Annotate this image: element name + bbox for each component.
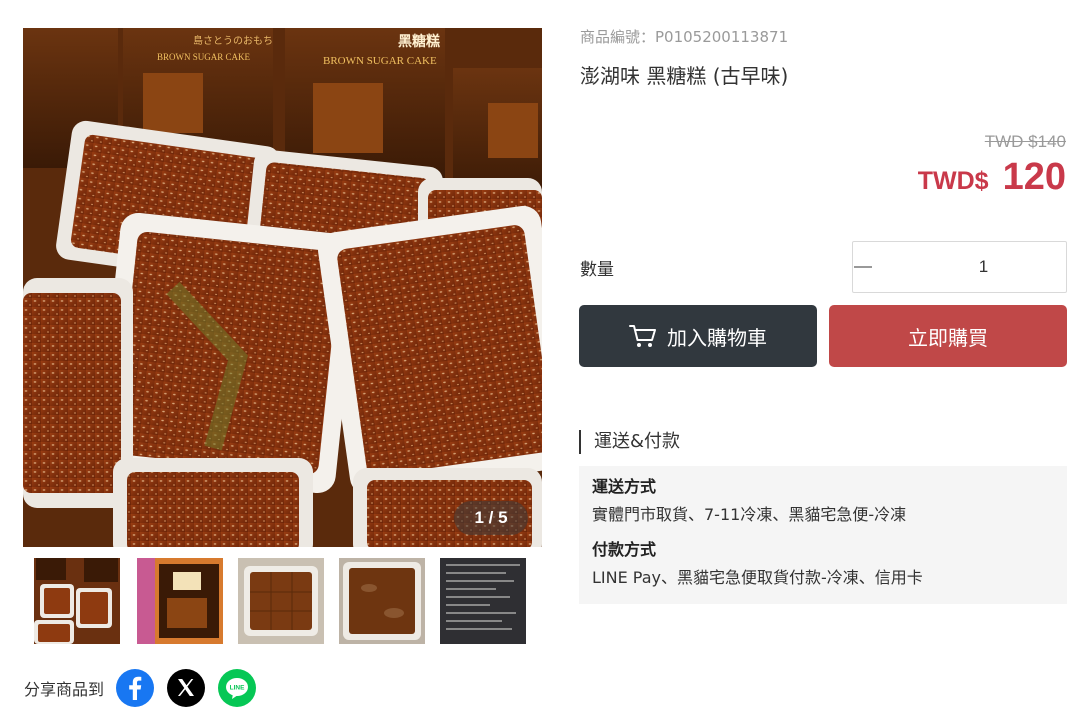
price-amount: 120	[1002, 156, 1066, 198]
share-bar: 分享商品到 LINE	[24, 669, 269, 707]
product-main-image[interactable]: 島さとうのおもち 黑糖糕 BROWN SUGAR CAKE BROWN SUGA…	[23, 28, 542, 547]
cake-trays-thumbnail	[34, 558, 120, 644]
thumbnail-2[interactable]	[137, 558, 223, 644]
share-line-button[interactable]: LINE	[218, 669, 257, 707]
line-icon-text: LINE	[230, 685, 245, 692]
box-label-en-2: BROWN SUGAR CAKE	[323, 55, 437, 67]
brown-sugar-cake-photo: 島さとうのおもち 黑糖糕 BROWN SUGAR CAKE BROWN SUGA…	[23, 28, 542, 547]
thumbnail-4[interactable]	[339, 558, 425, 644]
quantity-decrease-button[interactable]	[853, 242, 873, 292]
share-facebook-button[interactable]	[116, 669, 155, 707]
nutrition-label-thumbnail	[440, 558, 526, 644]
cake-tray-closeup-thumbnail	[238, 558, 324, 644]
price-currency: TWD$	[917, 167, 989, 195]
cart-icon	[629, 325, 656, 347]
buy-now-button[interactable]: 立即購買	[829, 305, 1067, 367]
quantity-stepper	[852, 241, 1088, 293]
x-icon	[178, 679, 195, 696]
sale-price: TWD$ 120	[918, 156, 1066, 199]
cake-tray-top-thumbnail	[339, 558, 425, 644]
product-sku: 商品編號：P0105200113871	[580, 28, 789, 46]
facebook-icon	[129, 676, 142, 700]
shipping-payment-heading: 運送&付款	[579, 430, 680, 454]
line-icon: LINE	[226, 678, 249, 699]
quantity-label: 數量	[580, 260, 614, 280]
box-label-jp: 島さとうのおもち	[193, 34, 273, 47]
cake-gift-box-thumbnail	[137, 558, 223, 644]
thumbnail-5[interactable]	[440, 558, 526, 644]
delivery-methods: 實體門市取貨、7-11冷凍、黑貓宅急便-冷凍	[592, 505, 907, 524]
add-to-cart-label: 加入購物車	[667, 325, 767, 350]
original-price: TWD $140	[984, 132, 1066, 151]
payment-heading: 付款方式	[592, 540, 657, 559]
share-label: 分享商品到	[24, 680, 105, 699]
minus-icon	[854, 266, 872, 268]
delivery-heading: 運送方式	[592, 477, 657, 496]
quantity-input[interactable]	[873, 242, 1088, 292]
product-title: 澎湖味 黑糖糕 (古早味)	[580, 64, 789, 88]
image-counter: 1 / 5	[454, 501, 528, 535]
payment-methods: LINE Pay、黑貓宅急便取貨付款-冷凍、信用卡	[592, 568, 923, 587]
shipping-payment-box: 運送方式 實體門市取貨、7-11冷凍、黑貓宅急便-冷凍 付款方式 LINE Pa…	[579, 466, 1067, 604]
box-label-cn: 黑糖糕	[398, 33, 440, 50]
buy-now-label: 立即購買	[908, 325, 988, 350]
add-to-cart-button[interactable]: 加入購物車	[579, 305, 817, 367]
share-x-button[interactable]	[167, 669, 206, 707]
thumbnail-1[interactable]	[34, 558, 120, 644]
box-label-en: BROWN SUGAR CAKE	[157, 52, 251, 62]
thumbnail-3[interactable]	[238, 558, 324, 644]
